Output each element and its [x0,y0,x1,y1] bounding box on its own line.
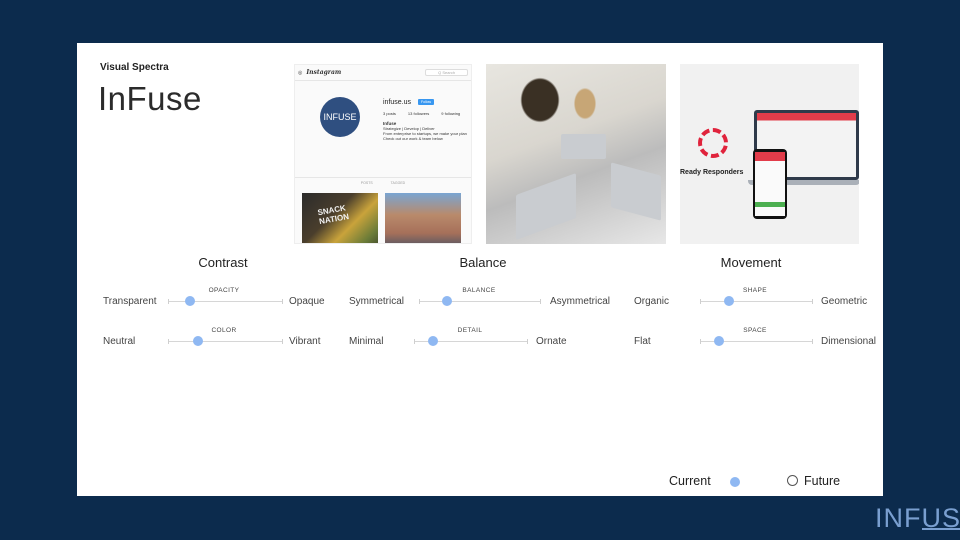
instagram-stats: 3 posts 13 followers 9 following [383,111,460,116]
team-meeting-photo [486,64,666,244]
space-slider[interactable] [700,336,813,346]
slider-right-label: Vibrant [289,336,321,347]
slide-kicker: Visual Spectra [100,62,169,73]
slider-right-label: Ornate [536,336,567,347]
slider-left-label: Minimal [349,336,384,347]
slider-knob[interactable] [714,336,725,346]
phone-mockup [753,149,787,219]
slider-right-label: Opaque [289,296,325,307]
avatar: INFUSE [320,97,360,137]
detail-slider[interactable] [414,336,528,346]
opacity-slider[interactable] [168,296,283,306]
laptop-shape [516,173,576,240]
legend-current-dot-icon [730,477,740,487]
ready-responders-logo-icon [698,128,728,158]
slider-left-label: Organic [634,296,670,307]
instagram-profile-image: ◎ Instagram Q Search INFUSE infuse.us Fo… [294,64,472,244]
slider-label-shape: SHAPE [742,287,768,294]
slider-knob[interactable] [184,296,195,306]
legend-future-label: Future [804,474,841,488]
tab-tagged: TAGGED [390,181,406,185]
slider-knob[interactable] [724,296,735,306]
posts-count: 3 posts [383,111,396,116]
brand-part-underlined: US [921,503,960,533]
slider-right-label: Asymmetrical [550,296,611,307]
instagram-tabs: POSTS TAGGED [295,177,471,185]
ready-responders-image: Ready Responders [680,64,859,244]
laptop-shape [561,134,606,159]
ready-responders-name: Ready Responders [680,169,744,176]
legend-future-circle-icon [787,475,798,486]
instagram-camera-icon: ◎ [298,69,303,76]
bio-line: Check out our work & team below [383,136,443,141]
follow-button: Follow [418,99,434,105]
instagram-brand: Instagram [306,69,342,76]
post-text: SNACK NATION [316,203,350,227]
instagram-bio: Infuse Strategize | Develop | Deliver Fr… [383,121,471,141]
slide-title: InFuse [98,80,202,117]
slider-label-detail: DETAIL [457,327,483,334]
slider-label-opacity: OPACITY [208,287,240,294]
shape-slider[interactable] [700,296,813,306]
tab-posts: POSTS [360,181,373,185]
slider-left-label: Neutral [103,336,136,347]
slider-left-label: Transparent [103,296,157,307]
instagram-top-bar: ◎ Instagram Q Search [295,65,471,81]
legend-current-label: Current [669,474,711,488]
slider-knob[interactable] [192,336,203,346]
balance-slider[interactable] [419,296,541,306]
slider-right-label: Geometric [821,296,868,307]
instagram-search: Q Search [425,69,468,76]
slider-label-balance: BALANCE [462,287,496,294]
laptop-shape [611,162,661,221]
followers-count: 13 followers [407,111,430,116]
instagram-post-team-photo [385,193,461,243]
slide-card: Visual Spectra InFuse ◎ Instagram Q Sear… [77,43,883,496]
instagram-post-snacks: SNACK NATION [302,193,378,243]
color-slider[interactable] [168,336,283,346]
instagram-handle: infuse.us [383,99,412,106]
slider-right-label: Dimensional [821,336,877,347]
brand-part: INF [875,503,922,533]
slider-knob[interactable] [428,336,439,346]
slider-left-label: Symmetrical [349,296,405,307]
slider-label-space: SPACE [743,327,767,334]
slider-left-label: Flat [634,336,651,347]
slider-label-color: COLOR [211,327,237,334]
section-title-contrast: Contrast [198,255,248,270]
footer-brand-logo: INFUSE [875,503,960,534]
slider-knob[interactable] [442,296,453,306]
section-title-balance: Balance [459,255,507,270]
following-count: 9 following [441,111,461,116]
section-title-movement: Movement [720,255,782,270]
